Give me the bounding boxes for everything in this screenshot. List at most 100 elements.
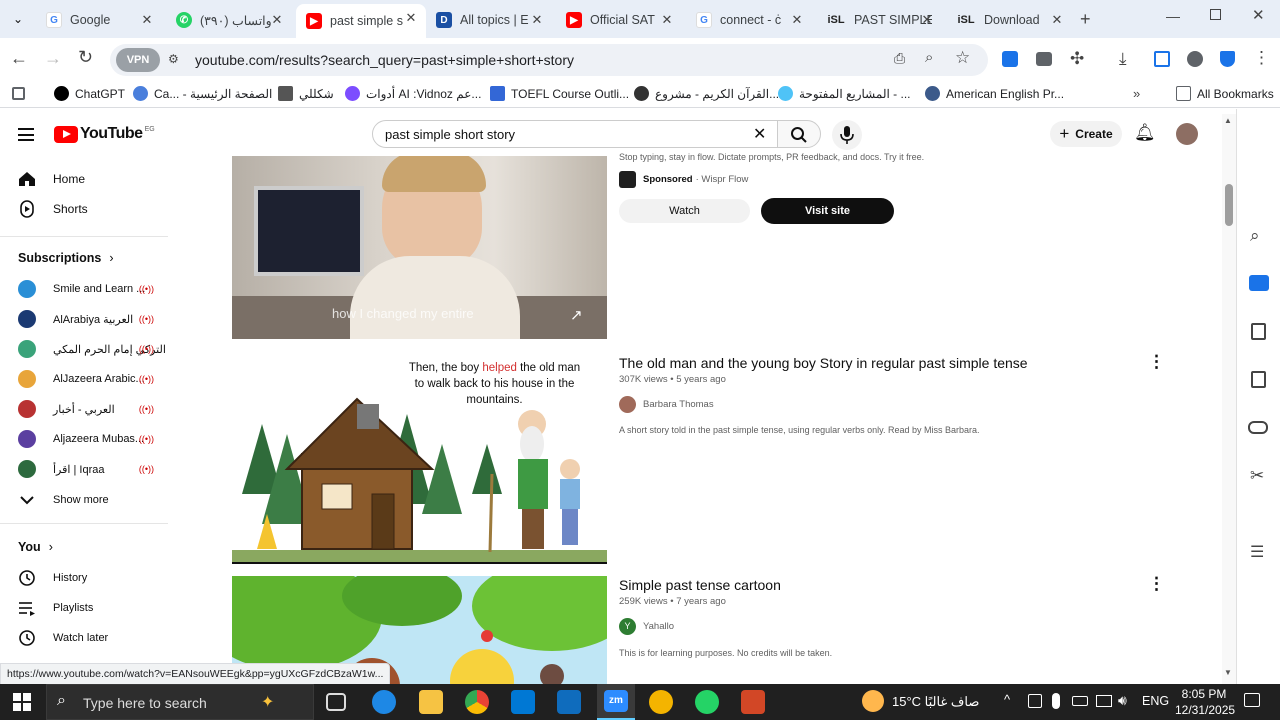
- minimize-button[interactable]: —: [1166, 8, 1180, 24]
- back-button[interactable]: ←: [10, 48, 28, 69]
- tab-google[interactable]: G Google ✕: [36, 6, 162, 34]
- channel-link[interactable]: Y Yahallo: [619, 618, 674, 635]
- close-icon[interactable]: ✕: [660, 13, 674, 27]
- install-icon[interactable]: ⎙: [894, 50, 905, 67]
- notifications-icon[interactable]: [1244, 693, 1260, 707]
- gamepad-icon[interactable]: [1248, 421, 1268, 434]
- ad-watch-button[interactable]: Watch: [619, 199, 750, 223]
- voice-search-button[interactable]: [832, 120, 862, 150]
- zoom-app-active[interactable]: zm: [597, 684, 635, 720]
- sidebar-item-shorts[interactable]: Shorts: [18, 200, 88, 218]
- address-bar[interactable]: VPN ⚙ youtube.com/results?search_query=p…: [110, 44, 988, 76]
- extension-shield-icon[interactable]: [1002, 51, 1018, 67]
- menu-dots-icon[interactable]: ⋮: [1253, 48, 1270, 68]
- tab-official-sat[interactable]: ▶ Official SAT ✕: [556, 6, 682, 34]
- window-close-button[interactable]: ✕: [1252, 6, 1265, 24]
- store-icon[interactable]: [511, 690, 535, 714]
- new-tab-button[interactable]: +: [1080, 9, 1091, 29]
- forward-button[interactable]: →: [44, 48, 62, 69]
- notifications-bell-icon[interactable]: 🔔︎: [1134, 123, 1156, 143]
- chat-icon[interactable]: [1249, 275, 1269, 291]
- network-icon[interactable]: [1096, 695, 1112, 707]
- battery-icon[interactable]: [1072, 696, 1088, 706]
- weather-icon[interactable]: [862, 690, 884, 712]
- bookmark-american-english[interactable]: American English Pr...: [925, 86, 1064, 101]
- close-icon[interactable]: ✕: [1050, 13, 1064, 27]
- tools-icon[interactable]: ✂: [1250, 466, 1264, 486]
- bookmark-vidnoz[interactable]: أدوات AI :Vidnoz عم...: [345, 86, 481, 101]
- chevron-up-icon[interactable]: ^: [1004, 692, 1010, 707]
- youtube-logo[interactable]: YouTube EG: [54, 125, 155, 143]
- microphone-icon[interactable]: [1052, 693, 1060, 709]
- subscription-item[interactable]: AlJazeera Arabic... ((•)): [18, 370, 158, 388]
- ad-visit-site-button[interactable]: Visit site: [761, 198, 894, 224]
- chrome-icon[interactable]: [465, 690, 489, 714]
- search-button[interactable]: [777, 120, 821, 148]
- subscription-item[interactable]: العربي - أخبار ((•)): [18, 400, 158, 418]
- notes-icon[interactable]: [1251, 371, 1266, 388]
- external-link-icon[interactable]: ↗: [570, 306, 583, 324]
- scroll-up-arrow-icon[interactable]: ▲: [1224, 116, 1232, 125]
- ad-thumbnail[interactable]: how I changed my entire ↗: [232, 156, 607, 339]
- subscription-item[interactable]: التركي إمام الحرم المكي ((•)): [18, 340, 166, 358]
- video-thumbnail[interactable]: Then, the boy helped the old man to walk…: [232, 354, 607, 564]
- reader-icon[interactable]: [1251, 323, 1266, 340]
- all-bookmarks[interactable]: All Bookmarks: [1176, 86, 1274, 101]
- hamburger-menu-icon[interactable]: [18, 128, 34, 141]
- more-actions-icon[interactable]: ⋮: [1148, 574, 1165, 594]
- scroll-down-arrow-icon[interactable]: ▼: [1224, 668, 1232, 677]
- sidepanel-icon[interactable]: [1154, 51, 1170, 67]
- clear-search-icon[interactable]: ✕: [753, 124, 766, 144]
- url-text[interactable]: youtube.com/results?search_query=past+si…: [195, 52, 574, 68]
- extensions-puzzle-icon[interactable]: ✣: [1070, 49, 1084, 69]
- close-icon[interactable]: ✕: [530, 13, 544, 27]
- channel-link[interactable]: Barbara Thomas: [619, 396, 714, 413]
- site-info-icon[interactable]: ⚙: [168, 52, 184, 68]
- vpn-badge[interactable]: VPN: [116, 48, 160, 72]
- file-explorer-icon[interactable]: [419, 690, 443, 714]
- tab-whatsapp[interactable]: ✆ (٣٩٠) واتساب ✕: [166, 6, 292, 34]
- close-icon[interactable]: ✕: [790, 13, 804, 27]
- show-more-button[interactable]: Show more: [18, 491, 109, 509]
- sidebar-item-playlists[interactable]: Playlists: [18, 599, 93, 617]
- sidebar-item-watch-later[interactable]: Watch later: [18, 629, 108, 647]
- subscription-item[interactable]: Aljazeera Mubas... ((•)): [18, 430, 158, 448]
- volume-icon[interactable]: 🔊︎: [1118, 692, 1127, 709]
- taskbar-search-box[interactable]: ⌕ Type here to search ✦: [46, 684, 314, 720]
- sidebar-you-header[interactable]: You ›: [18, 540, 53, 554]
- extension-video-icon[interactable]: [1036, 52, 1052, 66]
- sidebar-item-home[interactable]: Home: [18, 170, 85, 188]
- tab-connect[interactable]: G connect - ċ ✕: [686, 6, 812, 34]
- language-indicator[interactable]: ENG: [1142, 694, 1169, 708]
- close-icon[interactable]: ✕: [404, 11, 418, 25]
- app-icon[interactable]: [649, 690, 673, 714]
- search-panel-icon[interactable]: ⌕: [1250, 226, 1260, 246]
- search-input[interactable]: past simple short story ✕: [372, 120, 778, 148]
- powerpoint-icon[interactable]: [741, 690, 765, 714]
- tab-past-simple[interactable]: iSL PAST SIMPLE ✕: [816, 6, 942, 34]
- subscription-item[interactable]: AlArabiya العربية ((•)): [18, 310, 158, 328]
- bookmark-projects[interactable]: المشاريع المفتوحة - ...: [778, 86, 911, 101]
- close-icon[interactable]: ✕: [140, 13, 154, 27]
- subscription-item[interactable]: Smile and Learn ... ((•)): [18, 280, 158, 298]
- create-button[interactable]: + Create: [1050, 121, 1122, 147]
- more-actions-icon[interactable]: ⋮: [1148, 352, 1165, 372]
- edge-icon[interactable]: [372, 690, 396, 714]
- page-scrollbar[interactable]: ▲ ▼: [1222, 114, 1236, 684]
- tray-icon[interactable]: [1028, 694, 1042, 708]
- close-icon[interactable]: ✕: [270, 13, 284, 27]
- video-title-link[interactable]: The old man and the young boy Story in r…: [619, 355, 1028, 371]
- bookmark-toefl[interactable]: TOEFL Course Outli...: [490, 86, 629, 101]
- security-shield-icon[interactable]: [1220, 51, 1235, 67]
- clock[interactable]: 8:05 PM 12/31/2025: [1175, 686, 1235, 718]
- more-bookmarks-icon[interactable]: »: [1133, 86, 1140, 101]
- bookmark-homepage[interactable]: Ca... - الصفحة الرئيسية: [133, 86, 272, 101]
- tab-download[interactable]: iSL Download ✕: [946, 6, 1072, 34]
- apps-grid-icon[interactable]: [12, 87, 25, 100]
- star-icon[interactable]: ☆: [955, 48, 970, 68]
- bookmark-chatgpt[interactable]: ChatGPT: [54, 86, 125, 101]
- bookmark-shakli[interactable]: شكللي: [278, 86, 334, 101]
- bookmark-quran[interactable]: القرآن الكريم - مشروع...: [634, 86, 779, 101]
- tab-all-topics[interactable]: D All topics | E ✕: [426, 6, 552, 34]
- task-view-icon[interactable]: [326, 693, 346, 711]
